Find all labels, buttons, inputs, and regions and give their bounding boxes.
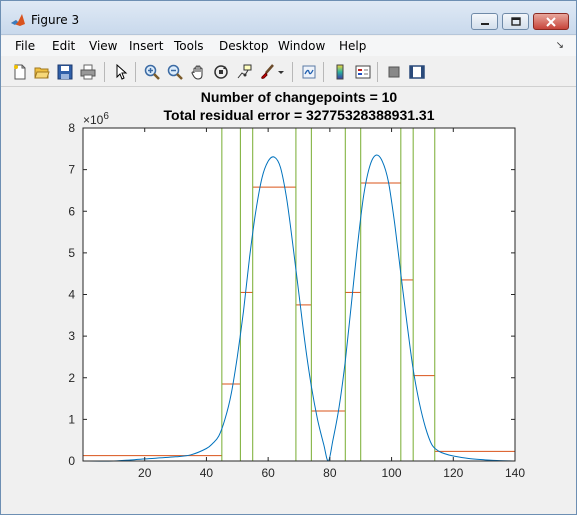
legend-icon: [355, 65, 371, 79]
brush-icon: [261, 64, 274, 79]
y-tick-label: 6: [68, 204, 75, 218]
menu-file[interactable]: File: [15, 39, 35, 53]
figure-canvas: 20 40 60 80 100 120 140 0 1 2 3 4 5 6 7 8 Number of cha…: [9, 88, 570, 508]
show-plot-tools-icon: [409, 65, 425, 79]
y-tick-label: 5: [68, 246, 75, 260]
menu-view[interactable]: View: [89, 39, 117, 53]
x-tick-label: 120: [443, 466, 463, 480]
y-tick-label: 4: [68, 288, 75, 302]
link-plot-button[interactable]: [299, 62, 319, 82]
chart-title-line-1: Number of changepoints = 10: [201, 89, 398, 105]
y-exponent-power: 6: [103, 111, 109, 122]
minimize-button[interactable]: [471, 13, 498, 30]
edit-plot-button[interactable]: [111, 62, 131, 82]
new-figure-icon: [14, 64, 26, 80]
open-file-icon: [34, 67, 50, 79]
zoom-out-button[interactable]: [165, 62, 185, 82]
pointer-icon: [116, 64, 128, 80]
zoom-in-button[interactable]: [142, 62, 162, 82]
dock-arrow-icon[interactable]: ↘: [556, 40, 564, 51]
insert-colorbar-button[interactable]: [330, 62, 350, 82]
maximize-button[interactable]: [502, 13, 529, 30]
x-tick-label: 40: [200, 466, 214, 480]
menu-window[interactable]: Window: [278, 39, 325, 53]
figure-window: Figure 3 File Edit View Insert Tools Des…: [0, 0, 577, 515]
figure-toolbar: [1, 57, 576, 87]
chevron-down-icon: [278, 71, 284, 74]
menu-help[interactable]: Help: [339, 39, 366, 53]
pan-icon: [191, 65, 203, 80]
print-icon: [80, 64, 96, 80]
pan-button[interactable]: [188, 62, 208, 82]
y-exponent-base: ×10: [83, 113, 104, 127]
open-file-button[interactable]: [32, 62, 52, 82]
hide-plot-tools-button[interactable]: [384, 62, 404, 82]
y-tick-label: 2: [68, 371, 75, 385]
show-plot-tools-button[interactable]: [407, 62, 427, 82]
window-title: Figure 3: [31, 13, 80, 27]
plot-svg[interactable]: 20 40 60 80 100 120 140 0 1 2 3 4 5 6 7 8 Number of cha…: [9, 88, 570, 508]
minimize-icon: [480, 22, 489, 25]
menu-edit[interactable]: Edit: [52, 39, 75, 53]
y-exponent-label: ×106: [83, 111, 109, 127]
x-tick-label: 20: [138, 466, 152, 480]
y-tick-label: 1: [68, 412, 75, 426]
close-button[interactable]: [533, 13, 569, 30]
menu-tools[interactable]: Tools: [174, 39, 204, 53]
y-tick-label: 3: [68, 329, 75, 343]
hide-plot-tools-icon: [388, 66, 400, 78]
y-tick-label: 0: [68, 454, 75, 468]
print-button[interactable]: [78, 62, 98, 82]
toolbar-separator: [104, 62, 105, 82]
insert-legend-button[interactable]: [353, 62, 373, 82]
save-button[interactable]: [55, 62, 75, 82]
brush-dropdown-button[interactable]: [276, 62, 286, 82]
maximize-icon: [510, 17, 521, 26]
y-tick-label: 8: [68, 121, 75, 135]
close-icon: [546, 16, 556, 27]
menu-desktop[interactable]: Desktop: [219, 39, 269, 53]
chart-title-line-2: Total residual error = 32775328388931.31: [164, 107, 435, 123]
data-cursor-icon: [237, 64, 252, 79]
data-cursor-button[interactable]: [234, 62, 254, 82]
new-figure-button[interactable]: [10, 62, 30, 82]
colorbar-icon: [336, 64, 344, 80]
toolbar-separator: [292, 62, 293, 82]
toolbar-separator: [135, 62, 136, 82]
save-icon: [57, 64, 73, 80]
toolbar-separator: [377, 62, 378, 82]
title-bar[interactable]: Figure 3: [1, 1, 576, 35]
x-tick-label: 80: [323, 466, 337, 480]
toolbar-separator: [323, 62, 324, 82]
link-plot-icon: [302, 65, 316, 79]
zoom-in-icon: [144, 64, 160, 80]
x-tick-label: 60: [261, 466, 275, 480]
y-tick-label: 7: [68, 163, 75, 177]
menu-bar: File Edit View Insert Tools Desktop Wind…: [1, 36, 576, 56]
rotate-3d-button[interactable]: [211, 62, 231, 82]
x-tick-label: 140: [505, 466, 525, 480]
zoom-out-icon: [167, 64, 183, 80]
menu-insert[interactable]: Insert: [129, 39, 163, 53]
brush-button[interactable]: [257, 62, 277, 82]
x-tick-label: 100: [382, 466, 402, 480]
rotate-3d-icon: [214, 65, 228, 79]
matlab-logo-icon: [11, 14, 25, 26]
